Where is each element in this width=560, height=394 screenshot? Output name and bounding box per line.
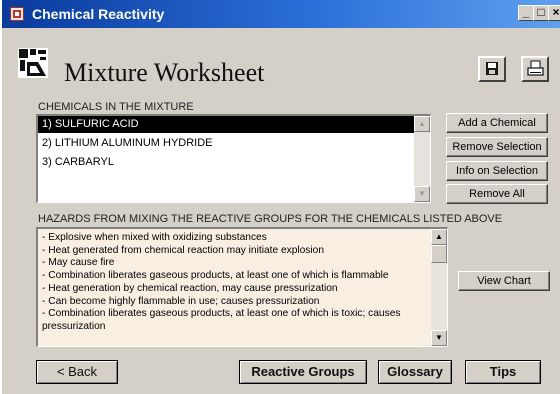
hazards-list: - Explosive when mixed with oxidizing su… [42,232,430,334]
hazards-scrollbar[interactable]: ▲ ▼ [431,229,447,346]
scroll-up-arrow-icon[interactable]: ▲ [414,116,430,132]
view-chart-button[interactable]: View Chart [458,271,550,291]
glossary-button[interactable]: Glossary [378,360,452,384]
info-on-selection-button[interactable]: Info on Selection [446,161,548,181]
scroll-thumb[interactable] [431,245,447,263]
minimize-button[interactable]: _ [518,5,534,21]
hazard-line: - Combination liberates gaseous products… [42,308,401,332]
tips-button[interactable]: Tips [465,360,541,384]
hazard-line: - Explosive when mixed with oxidizing su… [42,232,267,243]
hazard-line: - May cause fire [42,257,115,269]
chemicals-label: CHEMICALS IN THE MIXTURE [38,101,194,113]
chemical-item[interactable]: 3) CARBARYL [38,154,415,171]
remove-selection-button[interactable]: Remove Selection [446,137,548,157]
floppy-disk-icon [486,62,498,75]
title-bar[interactable]: Chemical Reactivity _ □ × [2,0,560,28]
hazards-label: HAZARDS FROM MIXING THE REACTIVE GROUPS … [38,213,503,225]
app-icon[interactable] [10,7,24,21]
chemicals-list[interactable]: 1) SULFURIC ACID 2) LITHIUM ALUMINUM HYD… [36,114,431,203]
add-chemical-button[interactable]: Add a Chemical [446,113,548,133]
chemical-logo-icon [18,48,48,78]
scroll-up-arrow-icon[interactable]: ▲ [431,229,447,245]
hazards-text-area[interactable]: - Explosive when mixed with oxidizing su… [36,227,448,347]
scroll-down-arrow-icon[interactable]: ▼ [431,330,447,346]
chemical-item[interactable]: 1) SULFURIC ACID [38,116,415,133]
app-window: Chemical Reactivity _ □ × Mixture Worksh… [0,0,560,394]
window-title: Chemical Reactivity [32,6,165,22]
chemical-item[interactable]: 2) LITHIUM ALUMINUM HYDRIDE [38,135,415,152]
maximize-button[interactable]: □ [533,5,549,21]
hazard-line: - Heat generation by chemical reaction, … [42,282,338,294]
chemicals-scrollbar[interactable]: ▲ ▼ [414,116,430,202]
hazard-line: - Heat generated from chemical reaction … [42,244,324,256]
printer-icon [527,60,544,76]
back-button[interactable]: < Back [36,360,118,384]
close-button[interactable]: × [548,5,560,21]
remove-all-button[interactable]: Remove All [446,184,548,204]
page-title: Mixture Worksheet [64,58,265,87]
save-button[interactable] [478,56,506,82]
print-button[interactable] [521,56,549,82]
hazard-line: - Can become highly flammable in use; ca… [42,295,320,307]
scroll-down-arrow-icon[interactable]: ▼ [414,186,430,202]
reactive-groups-button[interactable]: Reactive Groups [239,360,367,384]
hazard-line: - Combination liberates gaseous products… [42,270,389,282]
